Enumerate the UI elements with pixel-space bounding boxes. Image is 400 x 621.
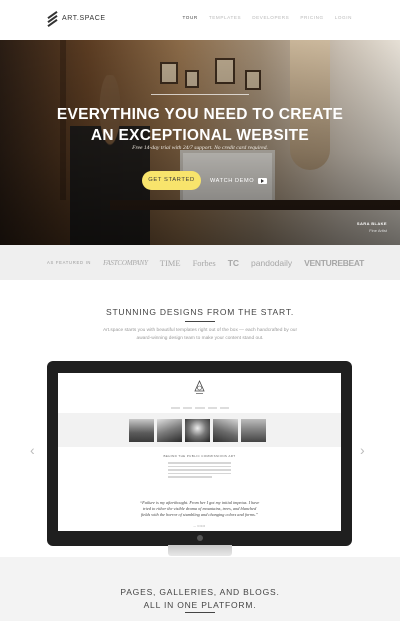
top-navigation: ART.SPACE TOUR TEMPLATES DEVELOPERS PRIC… xyxy=(0,0,400,40)
platform-title-line-2: ALL IN ONE PLATFORM. xyxy=(143,600,257,610)
platform-title-line-1: PAGES, GALLERIES, AND BLOGS. xyxy=(120,587,280,597)
mini-site-heading: BEHIND THE PUBLIC COMMISSIONS ART xyxy=(163,454,236,458)
designs-section-divider xyxy=(185,321,215,322)
hero-subtitle: Free 14-day trial with 24/7 support. No … xyxy=(132,145,268,151)
credit-role: Fine Artist xyxy=(369,228,387,233)
featured-in-bar: AS FEATURED IN FASTCOMPANY TIME Forbes T… xyxy=(0,245,400,280)
template-preview-screen[interactable]: BEHIND THE PUBLIC COMMISSIONS ART “Failu… xyxy=(58,373,341,531)
designs-section-title: STUNNING DESIGNS FROM THE START. xyxy=(105,307,295,317)
press-logo-techcrunch: TC xyxy=(227,257,240,268)
credit-name: SARA BLAKE xyxy=(356,221,387,226)
press-logo-forbes: Forbes xyxy=(192,257,216,268)
mini-site-quote: “Failure is my afterthought. From her I … xyxy=(139,500,260,517)
mini-site-nav xyxy=(171,407,230,409)
featured-label: AS FEATURED IN xyxy=(47,260,92,265)
press-logo-fastcompany: FASTCOMPANY xyxy=(103,258,148,267)
platform-section-divider xyxy=(185,612,215,613)
mini-site-body-text xyxy=(168,462,231,480)
platform-section-title: PAGES, GALLERIES, AND BLOGS. ALL IN ONE … xyxy=(0,586,400,612)
brand-logo[interactable]: ART.SPACE xyxy=(47,11,106,27)
nav-item-templates[interactable]: TEMPLATES xyxy=(209,15,241,20)
hero-title-line-2: AN EXCEPTIONAL WEBSITE xyxy=(90,127,310,144)
monitor-stand xyxy=(168,545,232,556)
press-logo-time: TIME xyxy=(159,257,181,268)
platform-section: PAGES, GALLERIES, AND BLOGS. ALL IN ONE … xyxy=(0,557,400,621)
carousel-prev-arrow-icon[interactable]: ‹ xyxy=(30,443,35,457)
get-started-button[interactable]: GET STARTED xyxy=(142,171,201,190)
hero-divider xyxy=(151,94,249,95)
photo-credit: SARA BLAKE Fine Artist xyxy=(357,221,387,233)
gallery-thumbnail xyxy=(241,419,266,442)
gallery-thumbnail xyxy=(185,419,210,442)
brand-name: ART.SPACE xyxy=(62,15,106,22)
nav-item-login[interactable]: LOGIN xyxy=(335,15,352,20)
mini-site-quote-author: — NICO xyxy=(193,525,206,528)
gallery-thumbnail xyxy=(157,419,182,442)
main-menu: TOUR TEMPLATES DEVELOPERS PRICING LOGIN xyxy=(182,15,352,20)
hero-section: EVERYTHING YOU NEED TO CREATE AN EXCEPTI… xyxy=(0,40,400,245)
nav-item-developers[interactable]: DEVELOPERS xyxy=(252,15,289,20)
monitor-camera-dot xyxy=(197,535,203,541)
hero-title: EVERYTHING YOU NEED TO CREATE AN EXCEPTI… xyxy=(0,104,400,146)
press-logo-venturebeat: VENTUREBEAT xyxy=(304,257,364,268)
gallery-thumbnail xyxy=(213,419,238,442)
carousel-next-arrow-icon[interactable]: › xyxy=(360,443,365,457)
nav-item-pricing[interactable]: PRICING xyxy=(300,15,323,20)
press-logo-pandodaily: pandodaily xyxy=(251,257,293,268)
logo-mark-icon xyxy=(47,11,58,27)
nav-item-tour[interactable]: TOUR xyxy=(182,15,197,20)
play-icon xyxy=(258,177,268,184)
watch-demo-link[interactable]: WATCH DEMO xyxy=(210,171,268,190)
designs-section-text: Art.space starts you with beautiful temp… xyxy=(102,328,298,341)
mini-site-logo-icon xyxy=(194,380,205,394)
gallery-thumbnail xyxy=(129,419,154,442)
watch-demo-label: WATCH DEMO xyxy=(210,177,255,184)
mini-site-thumbnails xyxy=(129,419,266,442)
hero-title-line-1: EVERYTHING YOU NEED TO CREATE xyxy=(56,106,344,123)
